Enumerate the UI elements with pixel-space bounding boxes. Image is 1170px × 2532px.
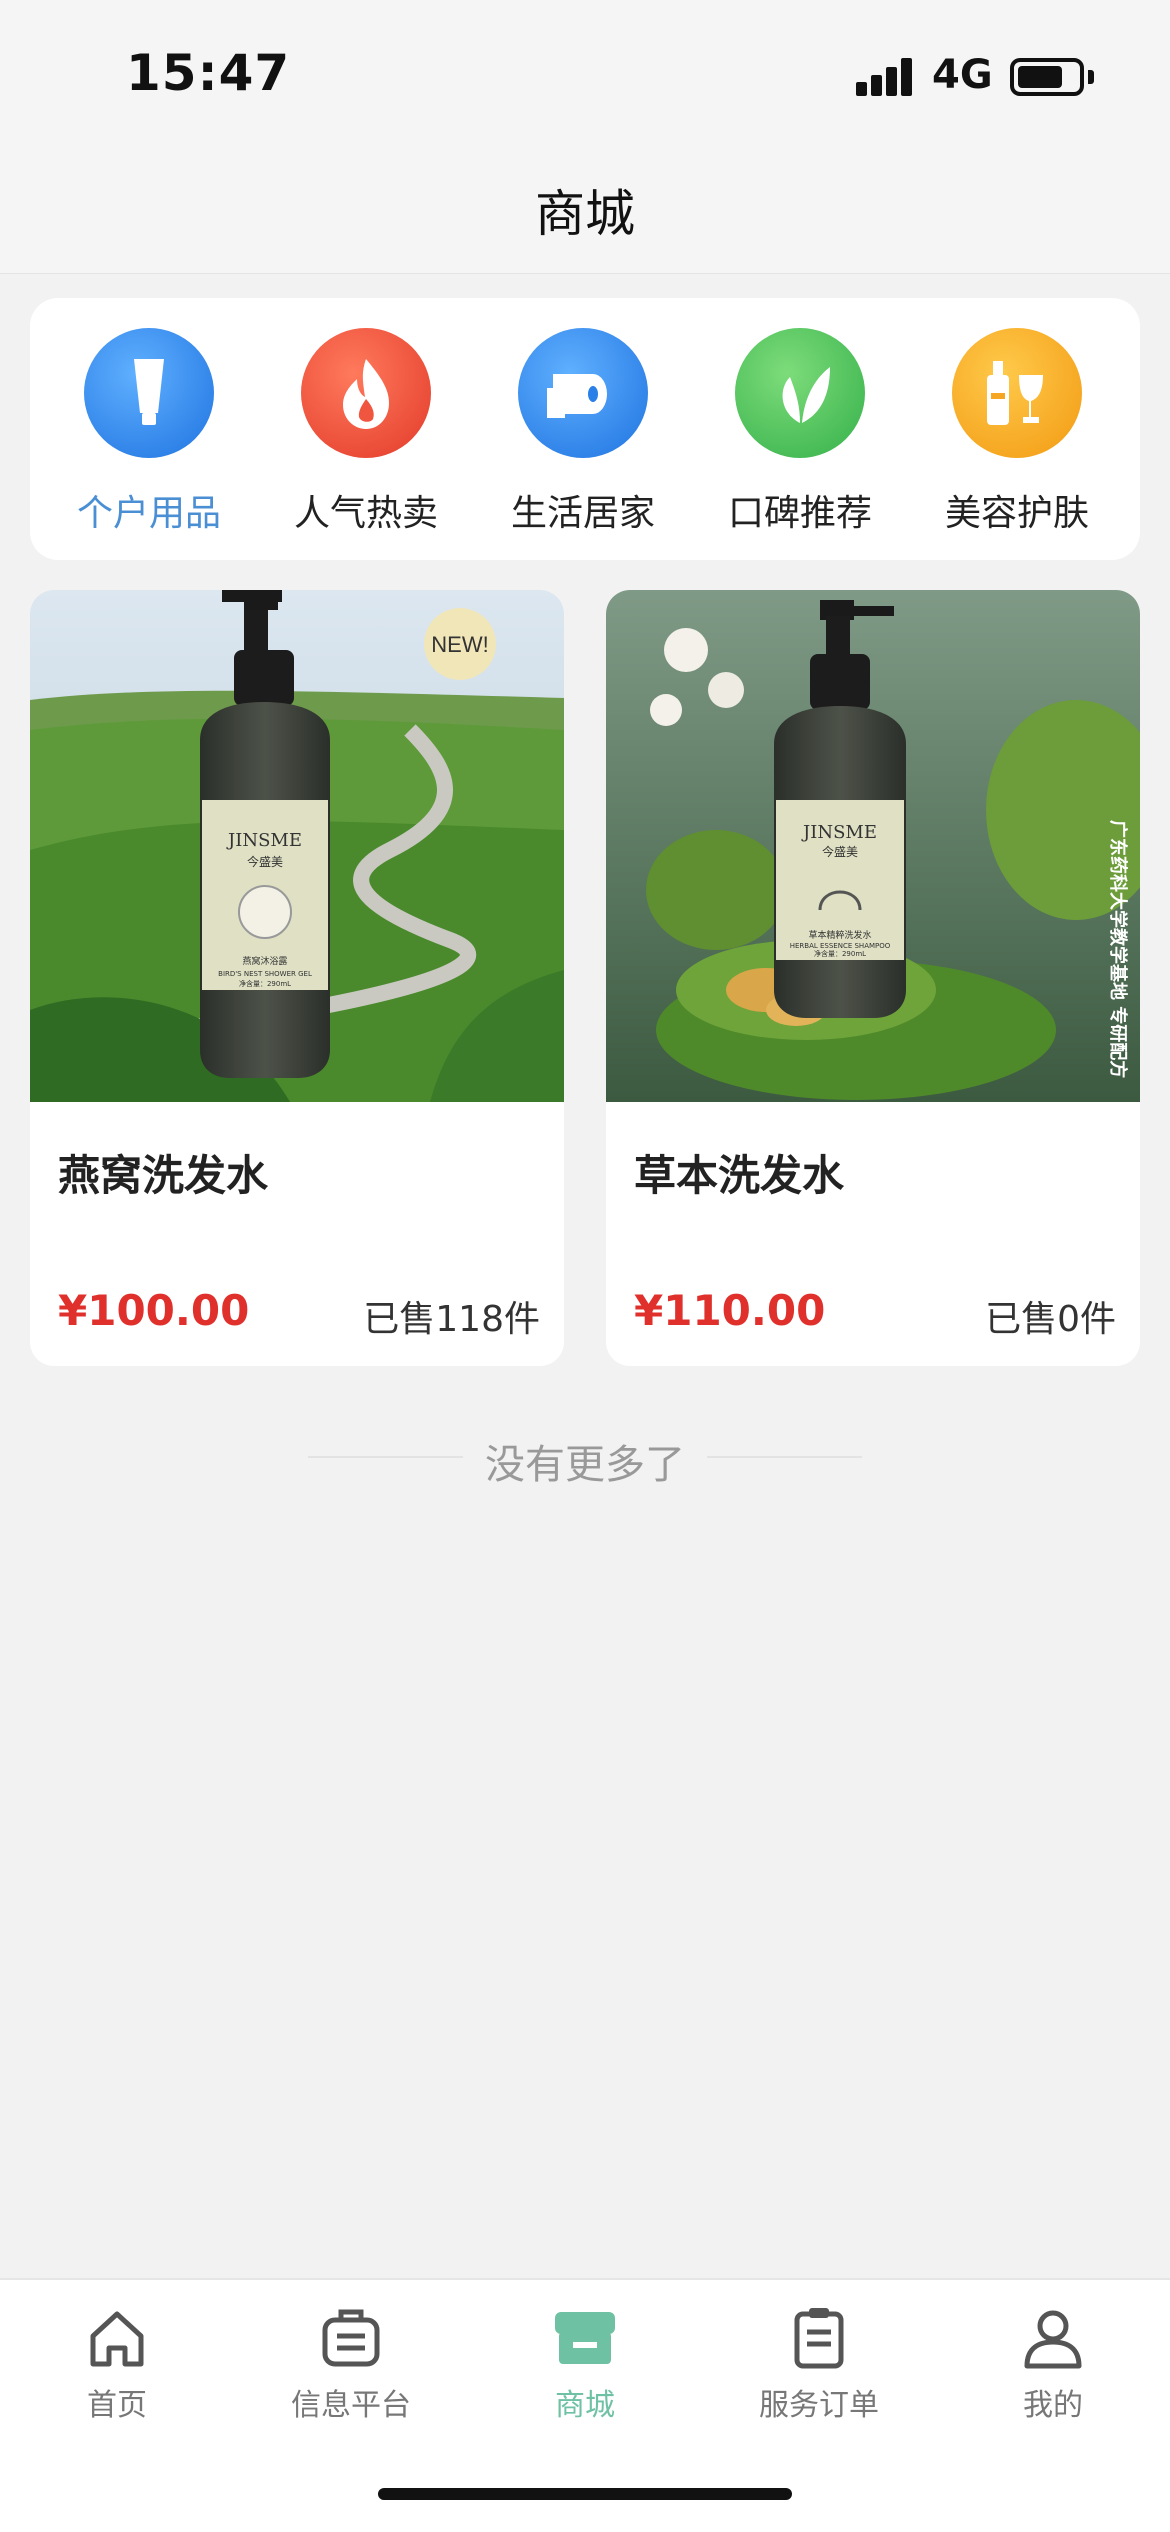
lotion-tube-icon	[84, 328, 214, 458]
product-image: JINSME 今盛美 草本精粹洗发水 HERBAL ESSENCE SHAMPO…	[606, 590, 1140, 1102]
bottle-label-en: HERBAL ESSENCE SHAMPOO	[790, 942, 891, 950]
status-time: 15:47	[126, 44, 291, 102]
message-board-icon	[322, 2309, 380, 2367]
toilet-paper-icon	[518, 328, 648, 458]
bottle-net: 净含量：290mL	[814, 949, 866, 958]
product-card[interactable]: JINSME 今盛美 燕窝沐浴露 BIRD'S NEST SHOWER GEL …	[30, 590, 564, 1366]
category-label: 人气热卖	[293, 493, 438, 534]
tab-label: 首页	[87, 2388, 147, 2423]
clipboard-icon	[794, 2308, 844, 2369]
category-personal-care[interactable]: 个户用品	[49, 328, 249, 536]
category-home-living[interactable]: 生活居家	[483, 328, 683, 536]
home-icon	[90, 2311, 144, 2367]
flame-icon	[301, 328, 431, 458]
tab-service-orders[interactable]: 服务订单	[702, 2302, 936, 2424]
category-label: 口碑推荐	[727, 493, 872, 534]
category-card: 个户用品 人气热卖 生活居家 口碑推荐 美容护肤	[30, 298, 1140, 560]
product-name: 草本洗发水	[634, 1151, 845, 1200]
tab-label: 商城	[555, 2388, 615, 2423]
new-badge: NEW!	[431, 632, 488, 657]
store-icon	[555, 2312, 615, 2364]
tab-label: 信息平台	[291, 2388, 411, 2423]
product-price: ¥110.00	[634, 1286, 826, 1335]
bottle-brand: JINSME	[226, 830, 302, 851]
bottle-brand-cn: 今盛美	[822, 844, 858, 859]
page-title: 商城	[535, 185, 635, 243]
category-beauty[interactable]: 美容护肤	[917, 328, 1117, 536]
category-label: 美容护肤	[944, 493, 1089, 534]
list-end: 没有更多了	[0, 1424, 1170, 1488]
bottle-net: 净含量：290mL	[239, 979, 291, 988]
list-end-text: 没有更多了	[485, 1442, 685, 1488]
product-image: JINSME 今盛美 燕窝沐浴露 BIRD'S NEST SHOWER GEL …	[30, 590, 564, 1102]
bottle-label-text: 燕窝沐浴露	[242, 955, 287, 967]
category-label: 生活居家	[510, 493, 655, 534]
title-bar: 商城	[0, 140, 1170, 274]
tab-mine[interactable]: 我的	[936, 2302, 1170, 2424]
divider-right	[707, 1456, 862, 1458]
tab-label: 我的	[1023, 2388, 1083, 2423]
battery-icon	[1010, 58, 1084, 96]
product-price: ¥100.00	[58, 1286, 250, 1335]
bottle-glass-icon	[952, 328, 1082, 458]
signal-icon	[856, 58, 914, 96]
status-bar: 15:47 4G	[0, 0, 1170, 140]
category-hot-sale[interactable]: 人气热卖	[266, 328, 466, 536]
bottle-brand: JINSME	[801, 822, 877, 843]
bottle-label-text: 草本精粹洗发水	[808, 929, 871, 941]
category-label: 个户用品	[76, 493, 221, 534]
leaf-icon	[735, 328, 865, 458]
network-type: 4G	[932, 52, 993, 98]
product-sold-count: 已售0件	[985, 1299, 1116, 1340]
product-card[interactable]: JINSME 今盛美 草本精粹洗发水 HERBAL ESSENCE SHAMPO…	[606, 590, 1140, 1366]
tab-store[interactable]: 商城	[468, 2302, 702, 2424]
tab-home[interactable]: 首页	[0, 2302, 234, 2424]
battery-tip	[1088, 70, 1094, 84]
product-name: 燕窝洗发水	[58, 1151, 269, 1200]
tab-label: 服务订单	[759, 2388, 879, 2423]
product-sold-count: 已售118件	[363, 1299, 540, 1340]
side-text: 广东药科大学教学基地 专研配方	[1107, 820, 1129, 1078]
bottle-brand-cn: 今盛美	[247, 854, 283, 869]
home-indicator	[378, 2488, 792, 2500]
user-icon	[1024, 2310, 1082, 2369]
tab-info-platform[interactable]: 信息平台	[234, 2302, 468, 2424]
category-recommended[interactable]: 口碑推荐	[700, 328, 900, 536]
bottle-label-en: BIRD'S NEST SHOWER GEL	[218, 970, 312, 978]
